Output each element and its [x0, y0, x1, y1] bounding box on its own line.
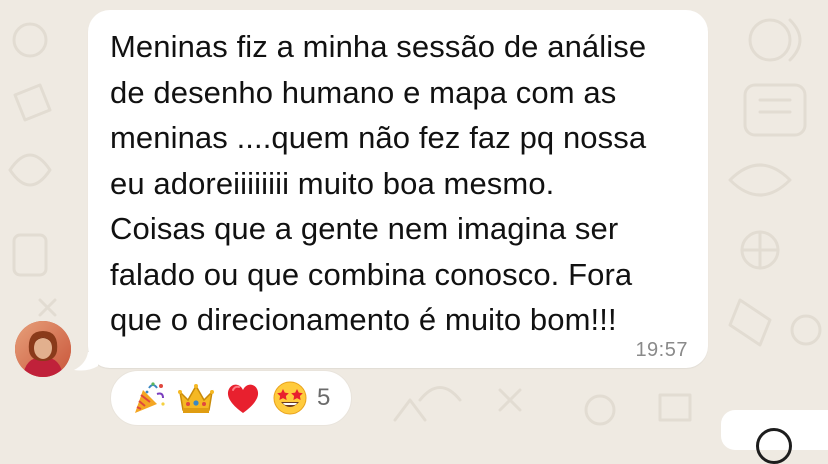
- crown-icon: [172, 378, 219, 418]
- avatar-portrait-image: [15, 321, 71, 377]
- red-heart-icon: [219, 378, 266, 418]
- sender-avatar[interactable]: [15, 321, 71, 377]
- star-struck-face-icon: [266, 378, 313, 418]
- next-message-icon-partial: [756, 428, 792, 464]
- reactions-pill[interactable]: 5: [110, 370, 352, 426]
- reaction-count: 5: [317, 384, 331, 411]
- bubble-tail: [74, 352, 98, 371]
- party-popper-icon: [125, 378, 172, 418]
- message-timestamp: 19:57: [635, 339, 688, 361]
- message-text: Meninas fiz a minha sessão de análise de…: [110, 29, 647, 337]
